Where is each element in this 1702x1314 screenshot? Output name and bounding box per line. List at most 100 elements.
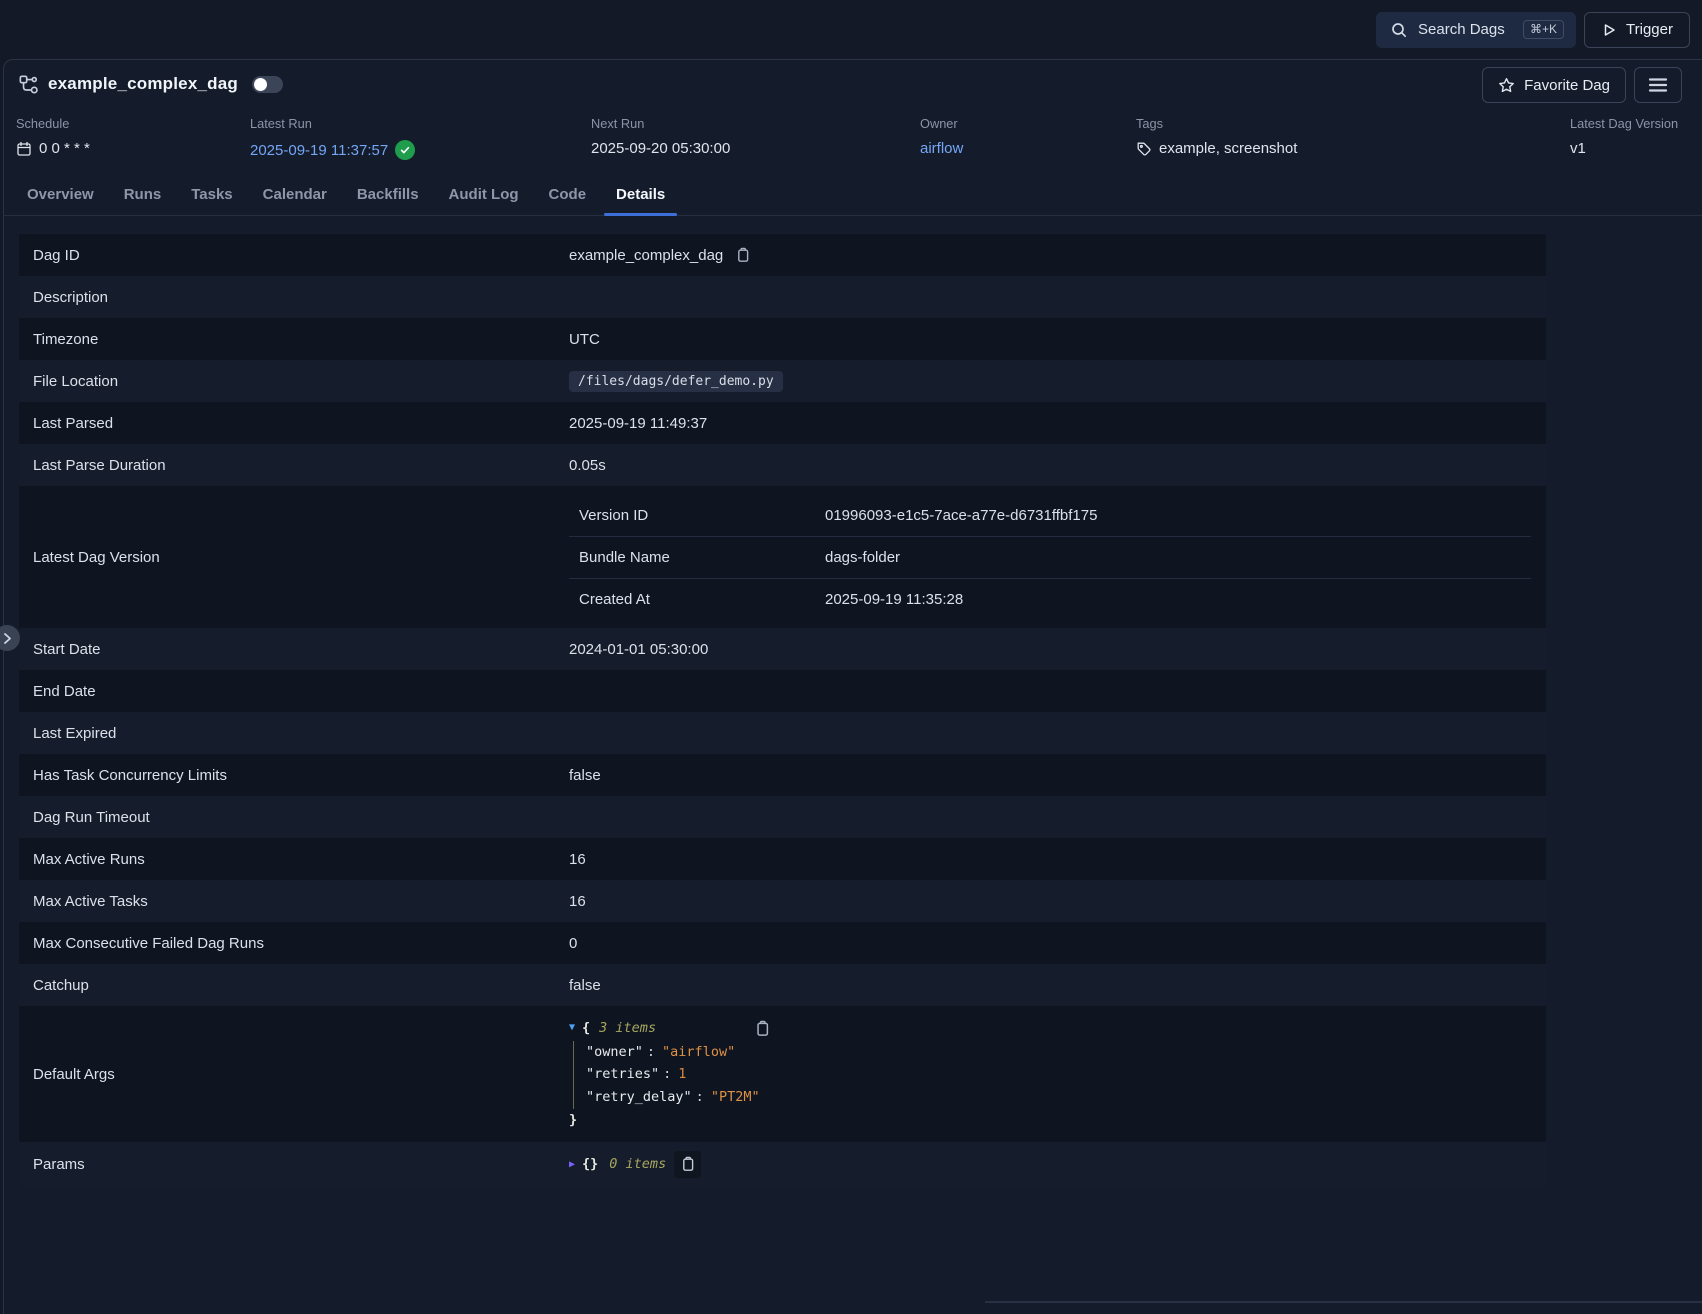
dag-header: example_complex_dag Favorite Dag: [4, 60, 1702, 108]
default-args-json-viewer: ▼ { 3 items: [569, 1006, 1546, 1142]
row-label: Bundle Name: [569, 549, 825, 566]
json-entry-retry-delay: "retry_delay":"PT2M": [586, 1086, 1546, 1109]
row-value: 0.05s: [569, 457, 606, 474]
bottom-divider: [985, 1301, 1702, 1303]
table-row-max-active-tasks: Max Active Tasks 16: [19, 880, 1546, 922]
copy-button[interactable]: [674, 1151, 701, 1178]
latest-run-link[interactable]: 2025-09-19 11:37:57: [250, 142, 388, 159]
dag-options-menu-button[interactable]: [1634, 67, 1682, 103]
row-label: Last Expired: [19, 725, 569, 742]
row-value: 2025-09-19 11:35:28: [825, 591, 1531, 608]
schedule-value: 0 0 * * *: [39, 140, 90, 157]
json-items-count: 3 items: [599, 1017, 656, 1040]
dag-meta-row: Schedule 0 0 * * * Latest Run 2025-09-19…: [4, 110, 1702, 174]
row-label: Max Active Tasks: [19, 893, 569, 910]
tab-backfills[interactable]: Backfills: [357, 174, 419, 215]
chevron-right-icon: [2, 632, 13, 645]
params-json-viewer: ▶ {} 0 items: [569, 1151, 701, 1178]
row-value: 2024-01-01 05:30:00: [569, 641, 708, 658]
row-label: Created At: [569, 591, 825, 608]
trigger-button[interactable]: Trigger: [1584, 12, 1690, 48]
owner-link[interactable]: airflow: [920, 140, 963, 157]
row-value: 0: [569, 935, 577, 952]
meta-owner: Owner airflow: [920, 116, 963, 157]
favorite-dag-label: Favorite Dag: [1524, 77, 1610, 94]
row-value: 01996093-e1c5-7ace-a77e-d6731ffbf175: [825, 507, 1531, 524]
row-label: Last Parse Duration: [19, 457, 569, 474]
table-row-last-parse-duration: Last Parse Duration 0.05s: [19, 444, 1546, 486]
collapse-toggle-icon[interactable]: ▼: [569, 1020, 575, 1037]
json-entry-retries: "retries":1: [586, 1063, 1546, 1086]
tab-details[interactable]: Details: [616, 174, 665, 215]
dag-icon: [18, 74, 38, 94]
row-label: Version ID: [569, 507, 825, 524]
table-row-timezone: Timezone UTC: [19, 318, 1546, 360]
tab-code[interactable]: Code: [549, 174, 587, 215]
meta-schedule: Schedule 0 0 * * *: [16, 116, 90, 157]
table-row-last-parsed: Last Parsed 2025-09-19 11:49:37: [19, 402, 1546, 444]
dag-pause-toggle[interactable]: [252, 76, 283, 93]
row-value: dags-folder: [825, 549, 1531, 566]
tab-tasks[interactable]: Tasks: [191, 174, 232, 215]
trigger-label: Trigger: [1626, 21, 1673, 38]
tab-calendar[interactable]: Calendar: [263, 174, 327, 215]
row-value: UTC: [569, 331, 600, 348]
copy-button[interactable]: [752, 1018, 773, 1039]
dag-title: example_complex_dag: [48, 74, 238, 94]
row-value: example_complex_dag: [569, 247, 723, 264]
meta-latest-run: Latest Run 2025-09-19 11:37:57: [250, 116, 415, 160]
table-row-default-args: Default Args ▼ { 3 items: [19, 1006, 1546, 1142]
success-check-icon: [395, 140, 415, 160]
json-items-count: 0 items: [609, 1156, 666, 1172]
topbar: Search Dags ⌘+K Trigger: [0, 0, 1702, 59]
play-icon: [1601, 22, 1617, 38]
meta-tags: Tags example, screenshot: [1136, 116, 1297, 157]
table-row-max-active-runs: Max Active Runs 16: [19, 838, 1546, 880]
row-label: Default Args: [19, 1066, 569, 1083]
dag-tabs: Overview Runs Tasks Calendar Backfills A…: [4, 174, 1702, 216]
subtable-row-created-at: Created At 2025-09-19 11:35:28: [569, 578, 1531, 620]
search-shortcut-badge: ⌘+K: [1523, 20, 1564, 39]
json-braces: {}: [582, 1156, 598, 1172]
clipboard-icon: [754, 1020, 771, 1037]
tags-value: example, screenshot: [1159, 140, 1297, 157]
row-label: Dag ID: [19, 247, 569, 264]
tab-runs[interactable]: Runs: [124, 174, 162, 215]
row-label: Last Parsed: [19, 415, 569, 432]
json-close-brace: }: [569, 1109, 1546, 1132]
tab-audit-log[interactable]: Audit Log: [449, 174, 519, 215]
table-row-dag-run-timeout: Dag Run Timeout: [19, 796, 1546, 838]
expand-toggle-icon[interactable]: ▶: [569, 1159, 575, 1170]
meta-latest-dag-version: Latest Dag Version v1: [1570, 116, 1682, 157]
search-dags-button[interactable]: Search Dags ⌘+K: [1376, 12, 1576, 48]
json-entry-owner: "owner":"airflow": [586, 1041, 1546, 1064]
search-icon: [1390, 21, 1408, 39]
latest-dag-version-subtable: Version ID 01996093-e1c5-7ace-a77e-d6731…: [569, 494, 1531, 620]
next-run-value: 2025-09-20 05:30:00: [591, 140, 730, 157]
details-table: Dag ID example_complex_dag Description T…: [19, 234, 1546, 1186]
table-row-description: Description: [19, 276, 1546, 318]
json-open-brace: {: [582, 1017, 590, 1040]
table-row-has-task-concurrency-limits: Has Task Concurrency Limits false: [19, 754, 1546, 796]
row-value: 2025-09-19 11:49:37: [569, 415, 707, 432]
row-value: 16: [569, 893, 586, 910]
row-value: 16: [569, 851, 586, 868]
copy-button[interactable]: [733, 245, 753, 265]
table-row-params: Params ▶ {} 0 items: [19, 1142, 1546, 1186]
row-label: Description: [19, 289, 569, 306]
row-label: Has Task Concurrency Limits: [19, 767, 569, 784]
row-value: false: [569, 767, 601, 784]
subtable-row-bundle-name: Bundle Name dags-folder: [569, 536, 1531, 578]
row-label: Start Date: [19, 641, 569, 658]
table-row-last-expired: Last Expired: [19, 712, 1546, 754]
row-value: false: [569, 977, 601, 994]
meta-next-run: Next Run 2025-09-20 05:30:00: [591, 116, 730, 157]
row-label: Latest Dag Version: [19, 549, 569, 566]
row-label: Timezone: [19, 331, 569, 348]
file-location-value: /files/dags/defer_demo.py: [569, 371, 783, 392]
favorite-dag-button[interactable]: Favorite Dag: [1482, 67, 1626, 103]
clipboard-icon: [735, 247, 751, 263]
tab-overview[interactable]: Overview: [27, 174, 94, 215]
table-row-max-consecutive-failed-dag-runs: Max Consecutive Failed Dag Runs 0: [19, 922, 1546, 964]
dag-detail-panel: example_complex_dag Favorite Dag: [3, 59, 1702, 1314]
